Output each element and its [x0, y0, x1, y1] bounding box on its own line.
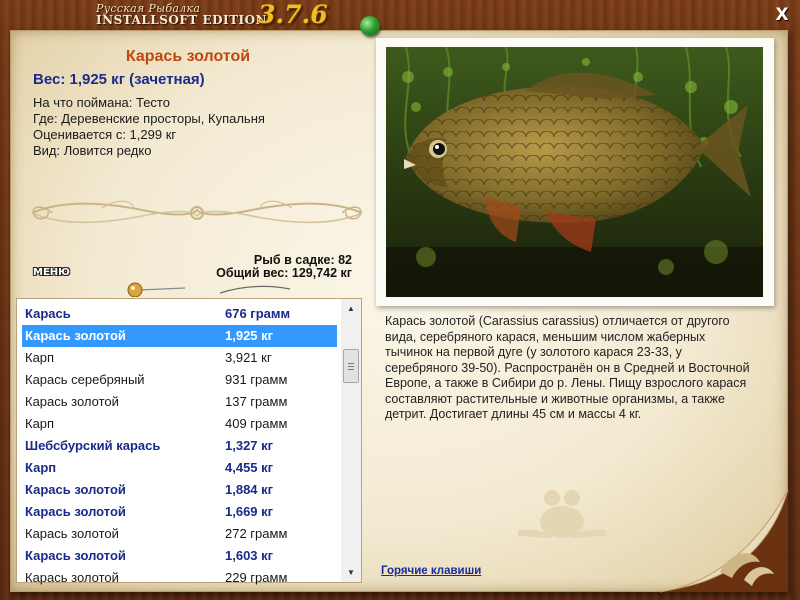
fish-photo [386, 47, 763, 297]
fish-name-cell: Карась серебряный [25, 372, 145, 387]
fish-title: Карась золотой [125, 48, 251, 65]
table-row[interactable]: Карп 3,921 кг [22, 347, 337, 369]
close-icon[interactable]: X [771, 4, 793, 26]
gold-pin-icon [127, 282, 291, 297]
fish-name-cell: Шебсбурский карась [25, 438, 161, 453]
fish-weight-cell: 1,669 кг [225, 504, 274, 519]
table-row[interactable]: Шебсбурский карась 1,327 кг [22, 435, 337, 457]
scroll-up-arrow-icon[interactable]: ▲ [341, 300, 361, 317]
brand-version: 3.7.6 [258, 0, 328, 29]
table-row[interactable]: Карась серебряный 931 грамм [22, 369, 337, 391]
trophy-threshold-info: Оценивается с: 1,299 кг [33, 127, 177, 142]
fish-weight-cell: 272 грамм [225, 526, 288, 541]
fish-weight-cell: 676 грамм [225, 306, 291, 321]
table-row[interactable]: Карась золотой 137 грамм [22, 391, 337, 413]
keepnet-count: Рыб в садке: 82 [253, 253, 352, 267]
fish-weight-cell: 1,884 кг [225, 482, 274, 497]
fish-weight-cell: 137 грамм [225, 394, 288, 409]
fish-name-cell: Карась золотой [25, 328, 126, 343]
table-row-selected[interactable]: Карась золотой 1,925 кг [22, 325, 337, 347]
fish-name-cell: Карась золотой [25, 526, 119, 541]
fish-name-cell: Карп [25, 350, 55, 365]
scrollbar-grip [348, 363, 354, 364]
fish-weight-cell: 931 грамм [225, 372, 288, 387]
fish-weight-cell: 1,327 кг [225, 438, 274, 453]
fish-description: Карась золотой (Carassius carassius) отл… [385, 314, 750, 421]
green-pin-icon [360, 16, 380, 36]
table-row[interactable]: Карась золотой 1,884 кг [22, 479, 337, 501]
fish-name-cell: Карась золотой [25, 394, 119, 409]
page-curl-corner [660, 490, 789, 593]
fish-name-cell: Карась золотой [25, 482, 126, 497]
fish-illustration [386, 47, 763, 297]
scroll-down-arrow-icon[interactable]: ▼ [341, 564, 361, 581]
table-row[interactable]: Карп 409 грамм [22, 413, 337, 435]
location-info: Где: Деревенские просторы, Купальня [33, 111, 265, 126]
fish-weight-cell: 3,921 кг [225, 350, 272, 365]
fish-weight: Вес: 1,925 кг (зачетная) [33, 71, 205, 88]
menu-button[interactable]: МЕНЮ [33, 267, 70, 278]
brand-edition: INSTALLSOFT EDITION [96, 13, 268, 27]
scrollbar-grip [348, 366, 354, 367]
fish-weight-cell: 409 грамм [225, 416, 288, 431]
hotkeys-link[interactable]: Горячие клавиши [381, 565, 481, 577]
ornament-divider [31, 200, 363, 224]
watermark-frog [518, 490, 606, 538]
fish-name-cell: Карась золотой [25, 570, 119, 585]
keepnet-total-weight: Общий вес: 129,742 кг [216, 266, 352, 280]
scrollbar-grip [348, 369, 354, 370]
fish-name-cell: Карась [25, 306, 71, 321]
table-row[interactable]: Карась золотой 272 грамм [22, 523, 337, 545]
fish-photo-frame [376, 38, 774, 306]
catch-list[interactable]: Карась 676 грамм Карась золотой 1,925 кг Кар… [16, 298, 362, 585]
table-row[interactable]: Карась золотой 1,603 кг [22, 545, 337, 567]
fish-name-cell: Карась золотой [25, 504, 126, 519]
table-row[interactable]: Карась 676 грамм [22, 303, 337, 325]
fish-name-cell: Карп [25, 416, 55, 431]
title-bar: Русская Рыбалка INSTALLSOFT EDITION 3.7.… [0, 0, 800, 30]
fish-name-cell: Карась золотой [25, 548, 126, 563]
scrollbar-thumb[interactable] [343, 349, 359, 383]
list-scrollbar[interactable]: ▲ ▼ [341, 299, 361, 582]
table-row[interactable]: Карась золотой 1,669 кг [22, 501, 337, 523]
fish-weight-cell: 1,603 кг [225, 548, 274, 563]
fish-weight-cell: 4,455 кг [225, 460, 274, 475]
table-row[interactable]: Карп 4,455 кг [22, 457, 337, 479]
fish-weight-cell: 1,925 кг [225, 328, 274, 343]
rarity-info: Вид: Ловится редко [33, 143, 152, 158]
fish-name-cell: Карп [25, 460, 57, 475]
table-row[interactable]: Карась золотой 229 грамм [22, 567, 337, 589]
fish-weight-cell: 229 грамм [225, 570, 288, 585]
bait-info: На что поймана: Тесто [33, 95, 170, 110]
